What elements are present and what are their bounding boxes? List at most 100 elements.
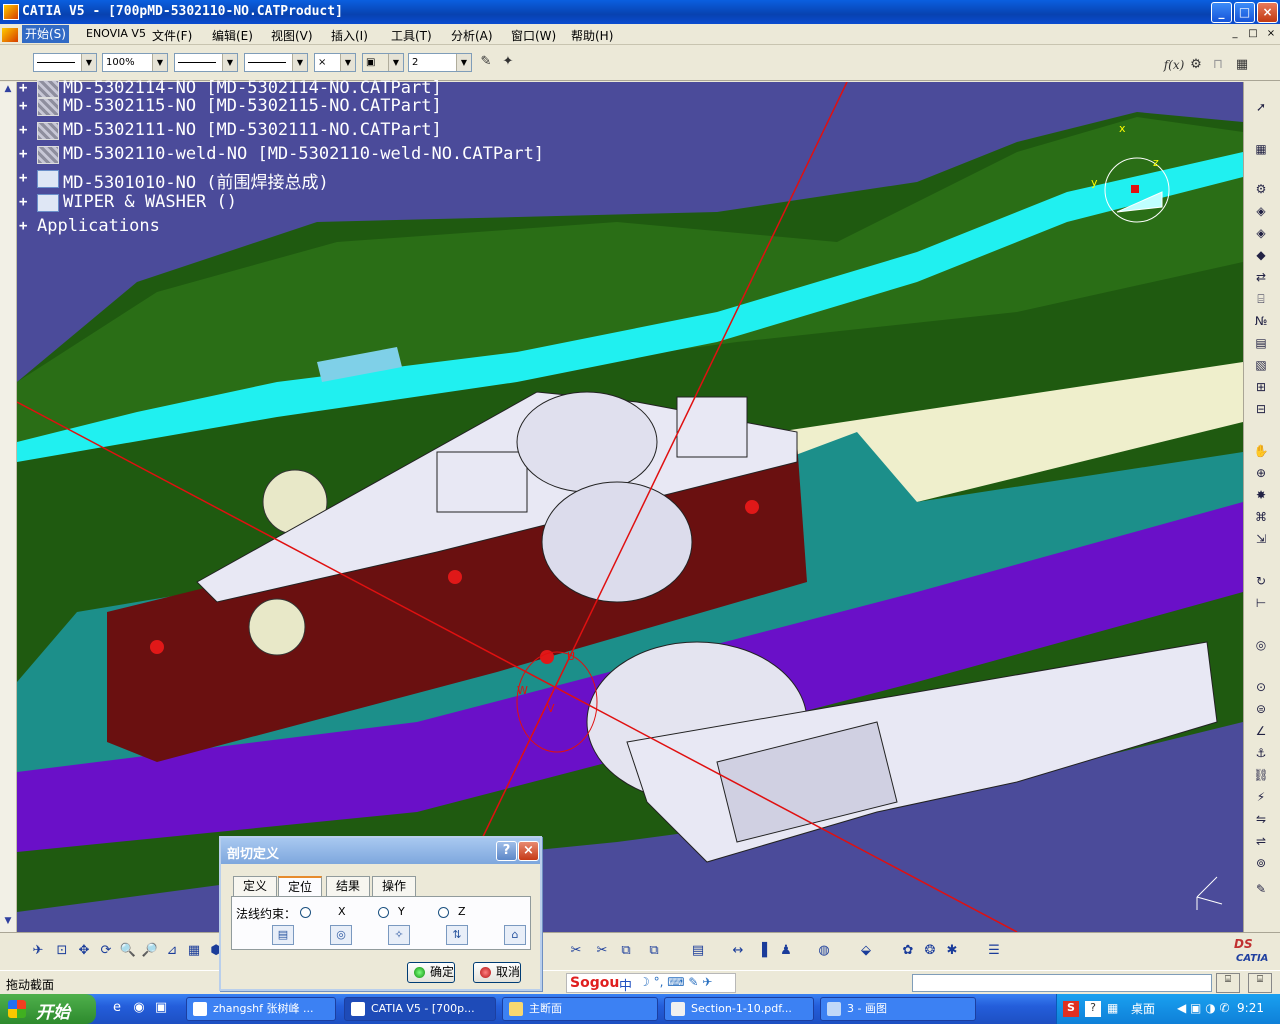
change-constraint-icon[interactable]: ⇌	[1251, 832, 1271, 850]
snap-icon[interactable]: ⊕	[1251, 464, 1271, 482]
dialog-close-button[interactable]: ×	[518, 841, 539, 861]
graph-tree-icon[interactable]: ⌸	[1251, 290, 1271, 308]
transparency-combo[interactable]: 100% ▼	[102, 53, 168, 72]
power-input-field[interactable]	[912, 974, 1212, 992]
menu-edit[interactable]: 编辑(E)	[212, 27, 253, 44]
painter-icon[interactable]: ✎	[476, 52, 496, 72]
properties-icon[interactable]: ✦	[498, 52, 518, 72]
measure-item-icon[interactable]: ▐	[752, 941, 772, 961]
maximize-button[interactable]: □	[1234, 2, 1255, 23]
chevron-down-icon[interactable]: ▼	[222, 54, 237, 71]
position-by-selection-icon[interactable]: ✧	[388, 925, 410, 945]
stop-manipulate-icon[interactable]: ⌘	[1251, 508, 1271, 526]
task-button[interactable]: 主断面	[502, 997, 658, 1021]
menu-start[interactable]: 开始(S)	[22, 25, 69, 43]
coincidence-icon[interactable]: ◎	[1251, 636, 1271, 654]
tree-node-label[interactable]: WIPER & WASHER ()	[63, 192, 237, 212]
rotate-icon[interactable]: ⟳	[96, 941, 116, 961]
catalog-icon[interactable]: ▤	[688, 941, 708, 961]
product-structure-icon[interactable]: ⚙	[1251, 180, 1271, 198]
scroll-down-icon[interactable]: ▼	[2, 916, 14, 928]
reset-position-icon[interactable]: ⌂	[504, 925, 526, 945]
explode-icon[interactable]: ✸	[1251, 486, 1271, 504]
tree-node-label[interactable]: MD-5302111-NO [MD-5302111-NO.CATPart]	[63, 120, 442, 140]
menu-file[interactable]: 文件(F)	[152, 27, 192, 44]
expand-icon[interactable]: +	[19, 123, 31, 137]
mdi-minimize-button[interactable]: _	[1228, 27, 1242, 41]
chevron-down-icon[interactable]: ▼	[340, 54, 355, 71]
quick-constraint-icon[interactable]: ⚡	[1251, 788, 1271, 806]
reuse-pattern-icon[interactable]: ⊚	[1251, 854, 1271, 872]
insert-part-icon[interactable]: ◆	[1251, 246, 1271, 264]
ime-mode[interactable]: 中	[619, 975, 632, 994]
line-weight-combo[interactable]: ▼	[174, 53, 238, 72]
minimize-button[interactable]: _	[1211, 2, 1232, 23]
rendering-style-combo[interactable]: ▣ ▼	[362, 53, 404, 72]
ime-toolbar[interactable]: Sogou 中 ☽ °, ⌨ ✎ ✈	[566, 973, 736, 994]
zoom-out-icon[interactable]: 🔎	[140, 941, 160, 961]
close-button[interactable]: ×	[1257, 2, 1278, 23]
left-scroll-strip[interactable]: ▲ ▼	[0, 82, 17, 932]
measure-inertia-icon[interactable]: ♟	[776, 941, 796, 961]
formula-icon[interactable]: f(x)	[1162, 55, 1186, 75]
radio-x[interactable]	[300, 907, 311, 918]
replace-component-icon[interactable]: ⇄	[1251, 268, 1271, 286]
select-arrow-icon[interactable]: ➚	[1251, 98, 1271, 116]
mdi-restore-button[interactable]: □	[1246, 27, 1260, 41]
tree-node-label[interactable]: Applications	[37, 216, 160, 236]
insert-component-icon[interactable]: ◈	[1251, 202, 1271, 220]
tab-operation[interactable]: 操作	[372, 876, 416, 896]
define-multi-instantiation-icon[interactable]: ⊟	[1251, 400, 1271, 418]
insert-product-icon[interactable]: ◈	[1251, 224, 1271, 242]
task-button[interactable]: zhangshf 张树峰 ...	[186, 997, 336, 1021]
cancel-button[interactable]: 取消	[473, 962, 522, 983]
expand-icon[interactable]: +	[19, 99, 31, 113]
line-type-combo[interactable]: ▼	[244, 53, 308, 72]
distance-icon[interactable]: ⧉	[644, 941, 664, 961]
start-button[interactable]: 开始	[0, 994, 96, 1024]
knowledge-icon[interactable]: ⚙	[1186, 55, 1206, 75]
lock-icon[interactable]: ⊓	[1208, 55, 1228, 75]
point-symbol-combo[interactable]: × ▼	[314, 53, 356, 72]
chevron-down-icon[interactable]: ▼	[152, 54, 167, 71]
task-button[interactable]: 3 - 画图	[820, 997, 976, 1021]
task-button[interactable]: Section-1-10.pdf...	[664, 997, 814, 1021]
expand-icon[interactable]: +	[19, 195, 31, 209]
update-icon[interactable]: ↻	[1251, 572, 1271, 590]
fly-mode-icon[interactable]: ✈	[28, 941, 48, 961]
color-combo[interactable]: ▼	[33, 53, 97, 72]
contact-icon[interactable]: ⊙	[1251, 678, 1271, 696]
expand-icon[interactable]: +	[19, 219, 31, 233]
chevron-down-icon[interactable]: ▼	[81, 54, 96, 71]
quicklaunch-icon[interactable]: ◉	[130, 1000, 148, 1018]
tree-node-label[interactable]: MD-5301010-NO (前围焊接总成)	[63, 168, 329, 193]
section-definition-dialog[interactable]: 剖切定义 ? × 定义 定位 结果 操作 法线约束： X Y Z ▤ ◎ ✧ ⇅…	[219, 836, 542, 991]
tab-definition[interactable]: 定义	[233, 876, 277, 896]
tray-icons[interactable]: ◀ ▣ ◑ ✆	[1177, 1001, 1230, 1015]
menu-window[interactable]: 窗口(W)	[511, 27, 556, 44]
scene-icon[interactable]: ▦	[1251, 140, 1271, 158]
zoom-in-icon[interactable]: 🔍	[118, 941, 138, 961]
angle-icon[interactable]: ∠	[1251, 722, 1271, 740]
edit-position-icon[interactable]: ▤	[272, 925, 294, 945]
compass-handle[interactable]	[1131, 185, 1139, 193]
generate-numbering-icon[interactable]: №	[1251, 312, 1271, 330]
expand-icon[interactable]: +	[19, 81, 31, 95]
ok-button[interactable]: 确定	[407, 962, 456, 983]
chevron-down-icon[interactable]: ▼	[456, 54, 471, 71]
expand-icon[interactable]: +	[19, 171, 31, 185]
power-input-button[interactable]: ⌸	[1216, 973, 1240, 993]
radio-y[interactable]	[378, 907, 389, 918]
menu-tools[interactable]: 工具(T)	[391, 27, 432, 44]
tree-node-label[interactable]: MD-5302110-weld-NO [MD-5302110-weld-NO.C…	[63, 144, 544, 164]
mdi-close-button[interactable]: ×	[1264, 27, 1278, 41]
sogou-tray-icon[interactable]: S	[1063, 1001, 1079, 1017]
tree-node-label[interactable]: MD-5302114-NO [MD-5302114-NO.CATPart]	[63, 78, 442, 98]
annotation-icon[interactable]: ✎	[1251, 880, 1271, 898]
layer-combo[interactable]: 2 ▼	[408, 53, 472, 72]
tab-positioning[interactable]: 定位	[278, 876, 322, 897]
manipulation-icon[interactable]: ✋	[1251, 442, 1271, 460]
tree-node-label[interactable]: MD-5302115-NO [MD-5302115-NO.CATPart]	[63, 96, 442, 116]
chevron-down-icon[interactable]: ▼	[292, 54, 307, 71]
task-button[interactable]: CATIA V5 - [700p...	[344, 997, 496, 1021]
